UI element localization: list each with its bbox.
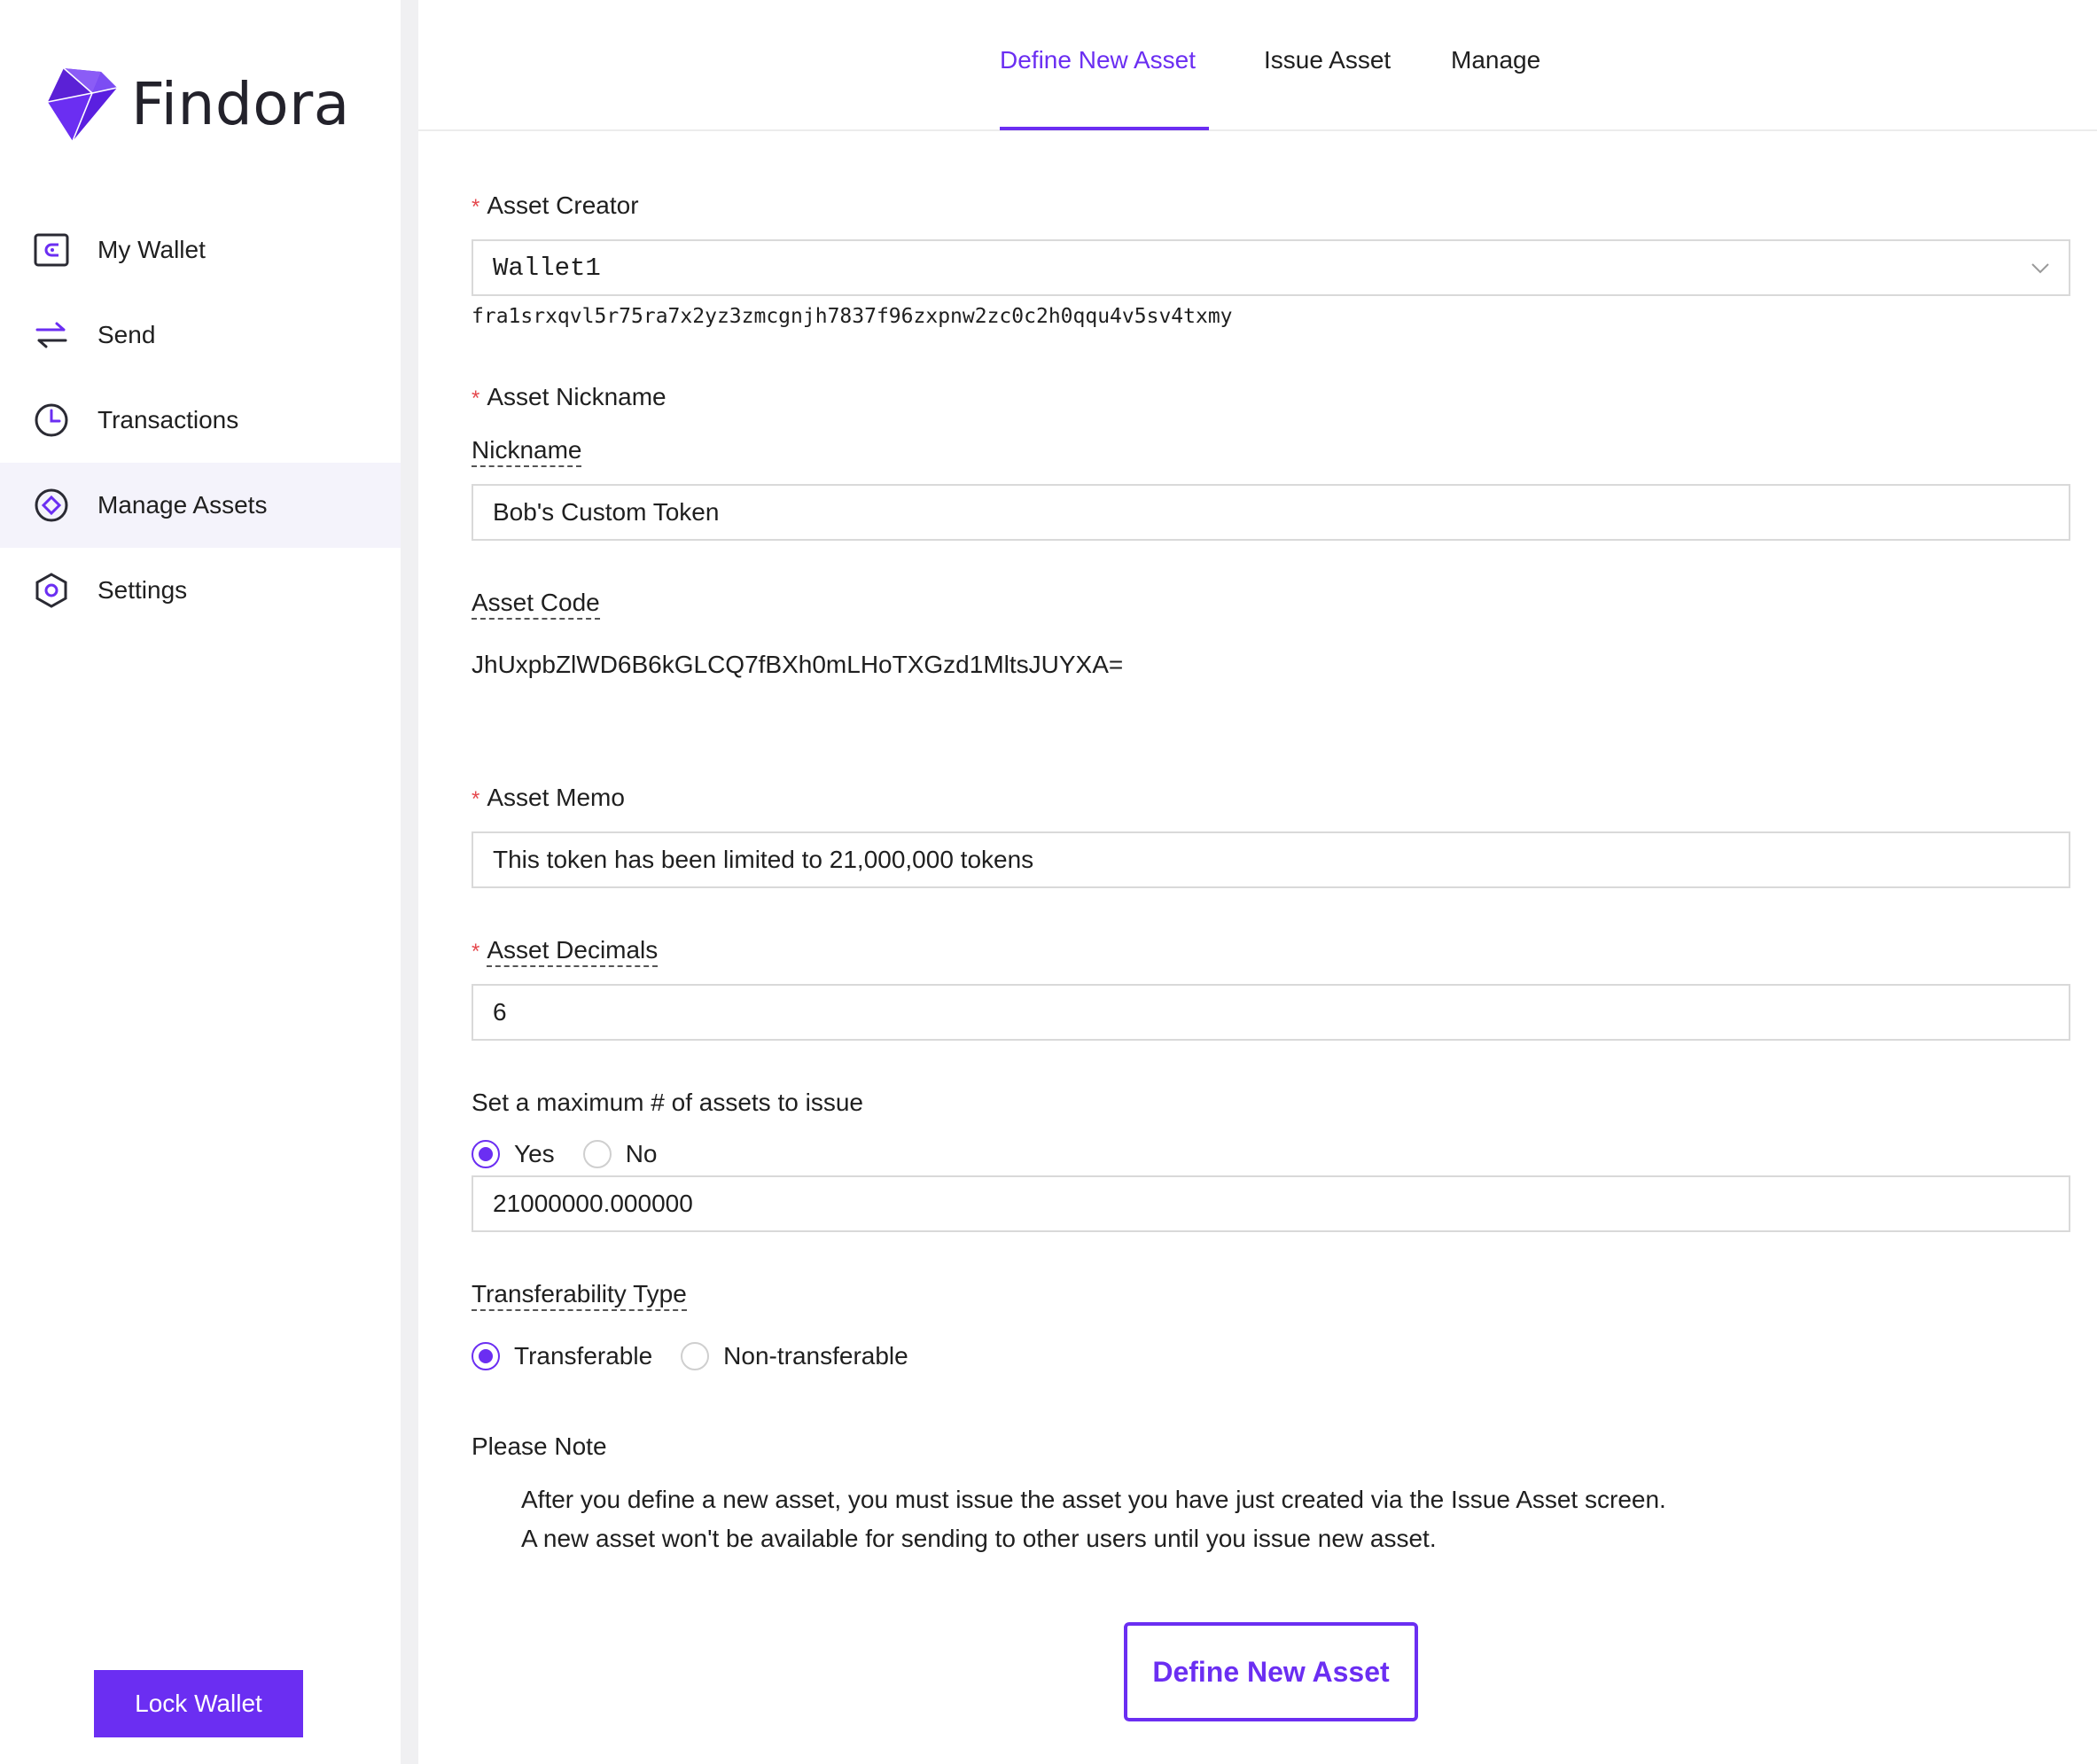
max-assets-no-label[interactable]: No bbox=[626, 1140, 658, 1168]
sidebar-item-settings[interactable]: Settings bbox=[0, 548, 401, 633]
sidebar-item-label: Settings bbox=[97, 576, 188, 604]
sidebar-item-label: Send bbox=[97, 321, 156, 348]
asset-code-label: Asset Code bbox=[472, 589, 600, 620]
asset-creator-select[interactable]: Wallet1 bbox=[472, 239, 2070, 296]
asset-decimals-value: 6 bbox=[493, 998, 507, 1026]
sidebar-item-label: Transactions bbox=[97, 406, 239, 433]
sidebar-item-manage-assets[interactable]: Manage Assets bbox=[0, 463, 401, 548]
tab-manage[interactable]: Manage bbox=[1451, 46, 1540, 74]
nickname-sublabel: Nickname bbox=[472, 436, 582, 467]
max-assets-input[interactable]: 21000000.000000 bbox=[472, 1175, 2070, 1232]
non-transferable-radio[interactable] bbox=[681, 1342, 710, 1370]
required-marker: * bbox=[472, 386, 480, 410]
sidebar-item-transactions[interactable]: Transactions bbox=[0, 378, 401, 463]
findora-logo[interactable]: Findora bbox=[46, 64, 350, 144]
required-marker: * bbox=[472, 195, 480, 219]
lock-wallet-button[interactable]: Lock Wallet bbox=[94, 1670, 303, 1737]
note-line: After you define a new asset, you must i… bbox=[521, 1486, 1666, 1513]
sidebar-item-send[interactable]: Send bbox=[0, 293, 401, 378]
chevron-down-icon bbox=[2031, 263, 2049, 274]
max-assets-label: Set a maximum # of assets to issue bbox=[472, 1089, 863, 1116]
nickname-value: Bob's Custom Token bbox=[493, 498, 720, 526]
asset-decimals-label: * Asset Decimals bbox=[472, 936, 659, 967]
note-line: A new asset won't be available for sendi… bbox=[521, 1525, 1437, 1552]
define-new-asset-button[interactable]: Define New Asset bbox=[1124, 1622, 1418, 1721]
hexagon-settings-icon bbox=[32, 571, 71, 610]
tab-issue-asset[interactable]: Issue Asset bbox=[1264, 46, 1391, 74]
transferability-label: Transferability Type bbox=[472, 1280, 687, 1311]
asset-code-value: JhUxpbZlWD6B6kGLCQ7fBXh0mLHoTXGzd1MltsJU… bbox=[472, 651, 1124, 678]
brand-name: Findora bbox=[131, 69, 350, 138]
asset-creator-label: * Asset Creator bbox=[472, 191, 639, 219]
sidebar-item-label: My Wallet bbox=[97, 236, 206, 263]
asset-memo-value: This token has been limited to 21,000,00… bbox=[493, 846, 1034, 873]
main-content: Define New Asset Issue Asset Manage * Ass… bbox=[418, 0, 2097, 1764]
asset-nickname-label: * Asset Nickname bbox=[472, 383, 667, 410]
clock-icon bbox=[32, 401, 71, 440]
asset-creator-value: Wallet1 bbox=[493, 253, 601, 283]
wallet-address: fra1srxqvl5r75ra7x2yz3zmcgnjh7837f96zxpn… bbox=[472, 305, 1233, 328]
sidebar: Findora My Wallet Send Transactions Mana… bbox=[0, 0, 401, 1764]
sidebar-divider bbox=[401, 0, 418, 1764]
app-window: Findora My Wallet Send Transactions Mana… bbox=[0, 0, 2097, 1764]
required-marker: * bbox=[472, 940, 480, 964]
asset-diamond-icon bbox=[32, 486, 71, 525]
tab-define-new-asset[interactable]: Define New Asset bbox=[1000, 46, 1196, 74]
transfer-arrows-icon bbox=[32, 316, 71, 355]
transferability-radio-group: Transferable Non-transferable bbox=[472, 1342, 937, 1370]
non-transferable-label[interactable]: Non-transferable bbox=[723, 1342, 908, 1370]
tab-bar: Define New Asset Issue Asset Manage bbox=[418, 0, 2097, 131]
transferable-label[interactable]: Transferable bbox=[514, 1342, 652, 1370]
sidebar-nav: My Wallet Send Transactions Manage Asset… bbox=[0, 207, 401, 633]
transferable-radio[interactable] bbox=[472, 1342, 500, 1370]
max-assets-yes-label[interactable]: Yes bbox=[514, 1140, 555, 1168]
asset-memo-label: * Asset Memo bbox=[472, 784, 625, 811]
asset-decimals-input[interactable]: 6 bbox=[472, 984, 2070, 1041]
max-assets-no-radio[interactable] bbox=[582, 1140, 612, 1168]
asset-memo-input[interactable]: This token has been limited to 21,000,00… bbox=[472, 831, 2070, 888]
max-assets-value: 21000000.000000 bbox=[493, 1190, 693, 1217]
wallet-icon bbox=[32, 230, 71, 269]
sidebar-item-label: Manage Assets bbox=[97, 491, 268, 519]
nickname-input[interactable]: Bob's Custom Token bbox=[472, 484, 2070, 541]
note-title: Please Note bbox=[472, 1432, 607, 1460]
required-marker: * bbox=[472, 787, 480, 811]
active-tab-indicator bbox=[1000, 127, 1209, 130]
max-assets-yes-radio[interactable] bbox=[472, 1140, 500, 1168]
sidebar-item-my-wallet[interactable]: My Wallet bbox=[0, 207, 401, 293]
max-assets-radio-group: Yes No bbox=[472, 1140, 685, 1168]
findora-logo-icon bbox=[47, 67, 118, 141]
